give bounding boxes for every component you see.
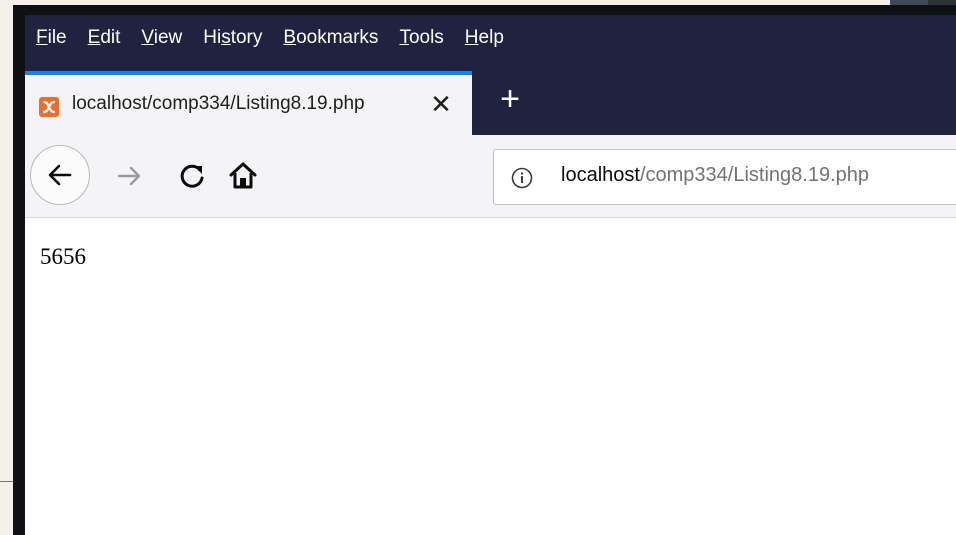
menu-history[interactable]: History (203, 27, 262, 49)
browser-window: File Edit View History Bookmarks Tools H… (13, 5, 956, 535)
forward-arrow-icon[interactable] (115, 161, 145, 191)
url-bar[interactable]: localhost/comp334/Listing8.19.php (493, 149, 956, 205)
tab-active[interactable]: localhost/comp334/Listing8.19.php ✕ (25, 71, 472, 135)
new-tab-button[interactable]: + (493, 79, 527, 119)
tab-title: localhost/comp334/Listing8.19.php (72, 93, 365, 114)
menu-bar: File Edit View History Bookmarks Tools H… (25, 15, 956, 61)
menu-view[interactable]: View (141, 27, 182, 49)
page-output-text: 5656 (40, 244, 86, 269)
home-icon[interactable] (228, 161, 258, 191)
close-icon[interactable]: ✕ (428, 90, 454, 118)
back-button[interactable] (30, 145, 90, 205)
background-divider (0, 481, 14, 482)
xampp-icon (39, 97, 59, 117)
menu-help[interactable]: Help (465, 27, 504, 49)
url-text: localhost/comp334/Listing8.19.php (561, 164, 869, 187)
page-content: 5656 (25, 218, 956, 535)
menu-bookmarks[interactable]: Bookmarks (283, 27, 378, 49)
tab-strip: localhost/comp334/Listing8.19.php ✕ + (25, 71, 956, 135)
url-host: localhost (561, 164, 640, 186)
browser-chrome: File Edit View History Bookmarks Tools H… (25, 15, 956, 135)
info-icon[interactable] (511, 167, 533, 189)
menu-file[interactable]: File (36, 27, 67, 49)
back-arrow-icon (48, 164, 72, 186)
menu-edit[interactable]: Edit (88, 27, 121, 49)
url-path: /comp334/Listing8.19.php (639, 164, 869, 186)
menu-tools[interactable]: Tools (399, 27, 443, 49)
navigation-bar: localhost/comp334/Listing8.19.php (25, 135, 956, 218)
reload-icon[interactable] (177, 161, 207, 191)
